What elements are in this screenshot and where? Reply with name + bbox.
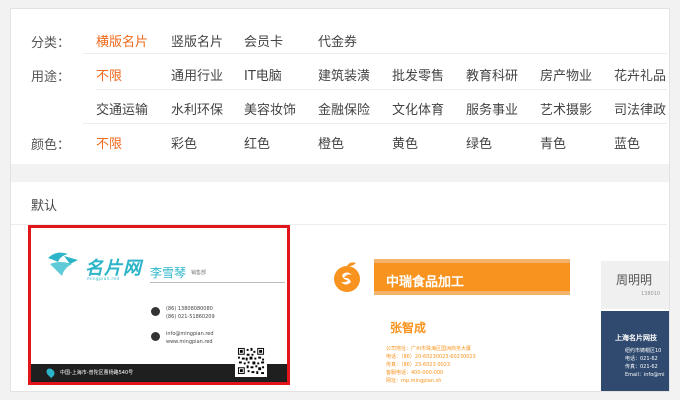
template-browser: 分类： 横版名片 竖版名片 会员卡 代金券 用途： 不限 通用行业 IT电脑 建… [10,8,670,392]
fruit-logo-icon [334,262,360,292]
filter-category-portrait[interactable]: 竖版名片 [171,31,223,50]
filter-color-red[interactable]: 红色 [244,133,270,152]
card-fax: 传真：（86）23-6023 0023 [386,362,451,368]
filter-color-orange[interactable]: 橙色 [318,133,344,152]
filter-label-color: 颜色： [31,137,71,153]
template-card-3[interactable]: 周明明 138010 上海名片网技 纽约市铸帽区10 电话：021-62 传真：… [601,241,669,391]
email-icon [151,332,160,341]
phone-icon [151,307,160,316]
card-phone: 电话：021-62 [625,356,658,362]
card-address: 公司地址：广州市珠海区国洲商务大厦 [386,346,472,352]
filter-purpose-it[interactable]: IT电脑 [244,65,282,84]
card-web: 网址：mp.mingpian.sh [386,378,442,384]
filter-label-category: 分类： [31,35,71,51]
card-email: Email：info@mi [625,372,665,378]
card-mobile: 客服电话：400-000-000 [386,370,444,376]
divider [83,53,667,54]
card-brand-sub: mingpian.red [87,276,120,281]
filter-purpose-real-estate[interactable]: 房产物业 [540,65,592,84]
filter-purpose-construction[interactable]: 建筑装潢 [318,65,370,84]
filter-color-any[interactable]: 不限 [96,133,122,152]
card-person-name: 张智成 [390,321,427,335]
filter-color-yellow[interactable]: 黄色 [392,133,418,152]
filter-purpose-beauty[interactable]: 美容妆饰 [244,99,296,118]
divider [83,123,667,124]
card-address: 纽约市铸帽区10 [625,348,662,354]
sort-default[interactable]: 默认 [31,195,57,214]
card-subtitle: 138010 [641,291,661,297]
card-person-title: 销售部 [191,270,207,276]
section-separator [11,164,669,182]
card-phone-2: (86) 021-51860209 [166,314,215,320]
card-phone: 电话：（86）20-60230023-60230023 [386,354,476,360]
filter-purpose-culture-sports[interactable]: 文化体育 [392,99,444,118]
filter-label-purpose: 用途： [31,69,71,85]
filter-panel: 分类： 横版名片 竖版名片 会员卡 代金券 用途： 不限 通用行业 IT电脑 建… [11,9,667,164]
filter-category-member-card[interactable]: 会员卡 [244,31,283,50]
filter-color-cyan[interactable]: 青色 [540,133,566,152]
card-fax: 传真：021-62 [625,364,658,370]
qr-code-icon [235,345,267,377]
filter-row-category: 分类： 横版名片 竖版名片 会员卡 代金券 [11,28,357,54]
filter-purpose-legal[interactable]: 司法律政 [614,99,666,118]
brand-logo-icon [48,252,78,276]
filter-purpose-education[interactable]: 教育科研 [466,65,518,84]
card-person-name: 周明明 [616,273,653,287]
filter-row-purpose: 用途： 不限 通用行业 IT电脑 建筑装潢 批发零售 教育科研 房产物业 花卉礼… [11,62,666,88]
filter-purpose-service[interactable]: 服务事业 [466,99,518,118]
filter-purpose-general[interactable]: 通用行业 [171,65,223,84]
filter-purpose-finance[interactable]: 金融保险 [318,99,370,118]
filter-purpose-transport[interactable]: 交通运输 [96,99,148,118]
filter-color-multi[interactable]: 彩色 [171,133,197,152]
divider [150,282,285,283]
filter-purpose-retail[interactable]: 批发零售 [392,65,444,84]
card-person-name: 李雪琴 [150,266,187,280]
template-card-2[interactable]: 中瑞食品加工 张智成 公司地址：广州市珠海区国洲商务大厦 电话：（86）20-6… [318,241,598,391]
card-email: info@mingpian.red [166,331,214,337]
filter-purpose-environment[interactable]: 水利环保 [171,99,223,118]
filter-row-purpose-2: 交通运输 水利环保 美容妆饰 金融保险 文化体育 服务事业 艺术摄影 司法律政 [11,96,666,122]
filter-purpose-any[interactable]: 不限 [96,65,122,84]
filter-color-blue[interactable]: 蓝色 [614,133,640,152]
card-web: www.mingpian.red [166,339,213,345]
card-company: 中瑞食品加工 [386,275,465,290]
card-company: 上海名片网技 [615,334,657,342]
filter-purpose-art-photo[interactable]: 艺术摄影 [540,99,592,118]
template-card-1-selected[interactable]: 名片网 mingpian.red 李雪琴 销售部 (86) 1380808008… [28,225,290,385]
filter-purpose-gifts[interactable]: 花卉礼品 [614,65,666,84]
filter-category-landscape[interactable]: 横版名片 [96,31,148,50]
filter-row-color: 颜色： 不限 彩色 红色 橙色 黄色 绿色 青色 蓝色 [11,130,640,156]
filter-category-voucher[interactable]: 代金券 [318,31,357,50]
filter-color-green[interactable]: 绿色 [466,133,492,152]
divider [96,89,667,90]
card-address: 中国-上海市-普陀区曹杨路540号 [60,370,134,376]
card-phone-1: (86) 13808080080 [166,306,213,312]
